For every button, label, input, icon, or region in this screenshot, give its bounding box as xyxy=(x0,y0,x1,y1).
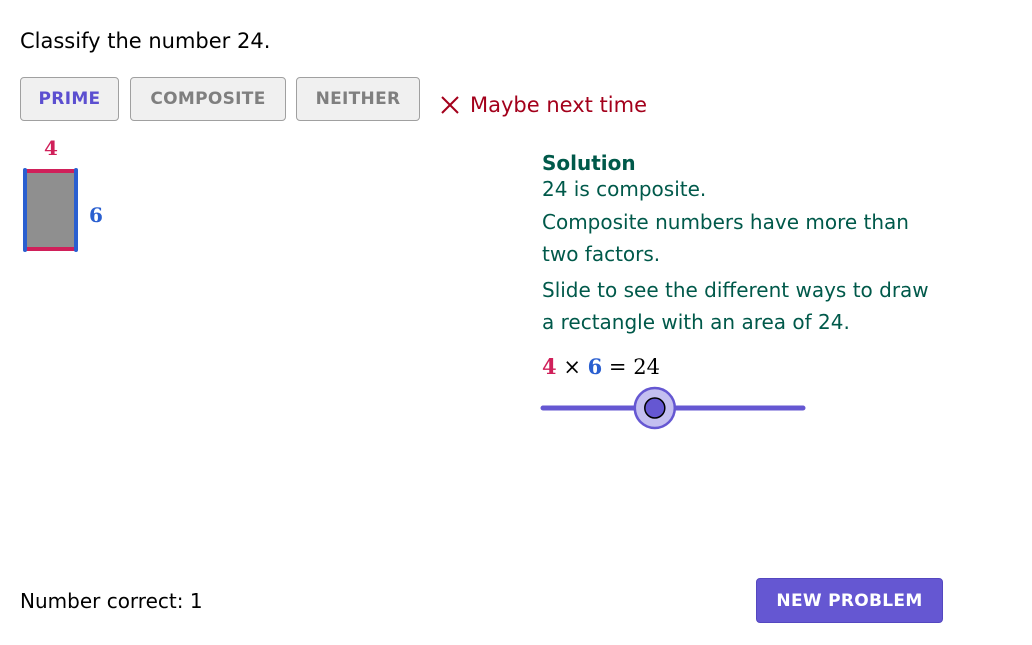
neither-button[interactable]: NEITHER xyxy=(296,77,420,121)
x-icon xyxy=(441,96,459,114)
factor-slider[interactable] xyxy=(535,385,815,431)
equals-sign: = xyxy=(608,355,627,379)
feedback-message: Maybe next time xyxy=(440,93,647,117)
area-rectangle-diagram: 4 6 xyxy=(23,136,103,252)
solution-panel: Solution 24 is composite. Composite numb… xyxy=(542,150,962,338)
product: 24 xyxy=(633,355,660,379)
factor-a: 4 xyxy=(542,354,557,379)
prime-button[interactable]: PRIME xyxy=(20,77,119,121)
solution-line-1: 24 is composite. xyxy=(542,177,707,201)
question-prompt: Classify the number 24. xyxy=(20,29,271,53)
feedback-text: Maybe next time xyxy=(470,93,647,117)
composite-button[interactable]: COMPOSITE xyxy=(130,77,286,121)
area-rectangle xyxy=(25,171,75,249)
solution-line-3: Slide to see the different ways to draw … xyxy=(542,278,929,334)
height-label: 6 xyxy=(89,203,103,227)
factor-equation: 4 × 6 = 24 xyxy=(542,354,660,379)
slider-thumb[interactable] xyxy=(633,386,677,430)
width-label: 4 xyxy=(44,136,58,160)
new-problem-button[interactable]: NEW PROBLEM xyxy=(756,578,943,623)
solution-line-2: Composite numbers have more than two fac… xyxy=(542,210,909,266)
solution-title: Solution xyxy=(542,151,636,175)
score-text: Number correct: 1 xyxy=(20,589,203,613)
factor-b: 6 xyxy=(587,354,603,379)
times-sign: × xyxy=(563,355,581,379)
